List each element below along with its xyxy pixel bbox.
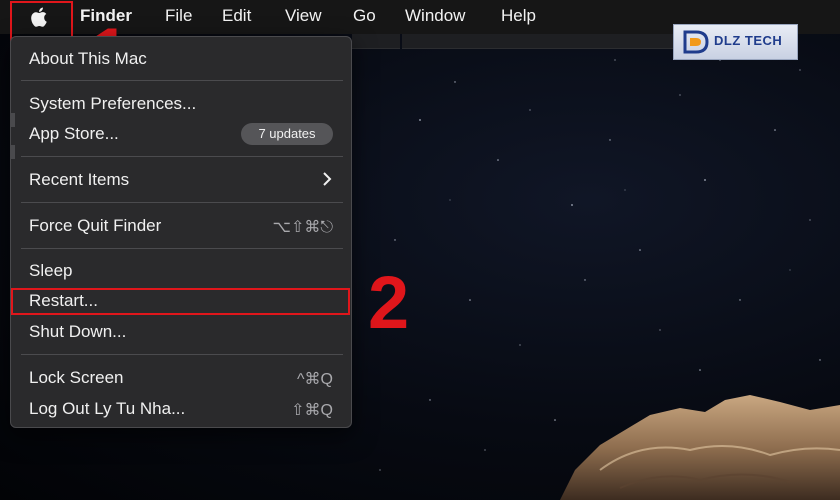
menu-log-out[interactable]: Log Out Ly Tu Nha... (29, 399, 185, 419)
chevron-right-icon (323, 172, 332, 186)
lock-screen-shortcut: ^⌘Q (297, 371, 333, 388)
dlz-tech-logo: DLZ TECH (673, 24, 798, 60)
force-quit-shortcut: ⌥⇧⌘⎋ (272, 219, 334, 236)
menubar-window[interactable]: Window (405, 6, 465, 26)
side-handle (11, 113, 15, 127)
menu-force-quit[interactable]: Force Quit Finder (29, 216, 161, 236)
menu-separator (21, 202, 343, 203)
log-out-shortcut: ⇧⌘Q (291, 402, 333, 419)
menu-separator (21, 80, 343, 81)
menu-separator (21, 248, 343, 249)
apple-menu-dropdown: About This Mac System Preferences... App… (10, 36, 352, 428)
menu-sleep[interactable]: Sleep (29, 261, 72, 281)
annotation-box-restart (11, 288, 350, 315)
menu-shut-down[interactable]: Shut Down... (29, 322, 126, 342)
menubar-go[interactable]: Go (353, 6, 376, 26)
menu-app-store[interactable]: App Store... (29, 124, 119, 144)
updates-badge: 7 updates (241, 123, 333, 145)
menu-lock-screen[interactable]: Lock Screen (29, 368, 124, 388)
logo-text: DLZ TECH (714, 33, 783, 48)
window-strip (352, 34, 400, 49)
logo-mark-icon (683, 30, 709, 54)
menu-separator (21, 354, 343, 355)
menubar-view[interactable]: View (285, 6, 322, 26)
menu-system-preferences[interactable]: System Preferences... (29, 94, 196, 114)
side-handle (11, 145, 15, 159)
menubar-edit[interactable]: Edit (222, 6, 251, 26)
menubar-help[interactable]: Help (501, 6, 536, 26)
menubar-file[interactable]: File (165, 6, 192, 26)
menu-about-this-mac[interactable]: About This Mac (29, 49, 147, 69)
window-strip (402, 34, 673, 49)
menu-recent-items[interactable]: Recent Items (29, 170, 129, 190)
menu-separator (21, 156, 343, 157)
step-number-2: 2 (368, 261, 410, 344)
